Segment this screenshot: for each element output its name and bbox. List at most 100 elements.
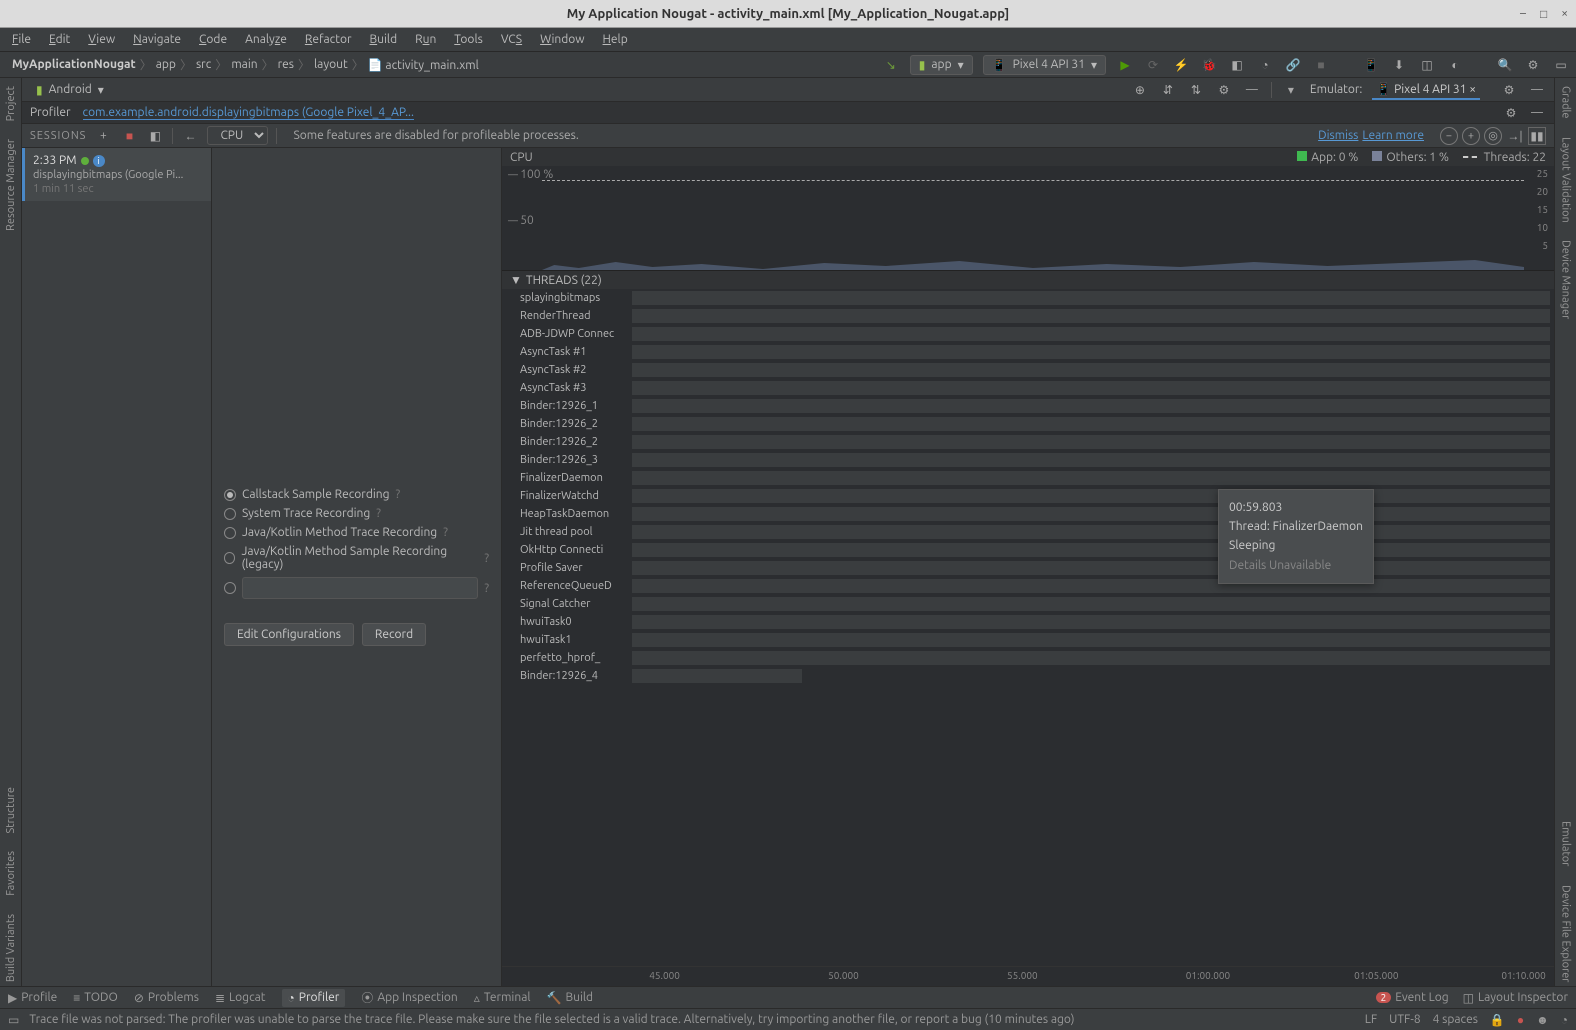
- help-icon[interactable]: ?: [484, 552, 489, 565]
- menu-analyze[interactable]: Analyze: [237, 30, 295, 49]
- settings-icon[interactable]: ⚙: [1524, 56, 1542, 74]
- close-icon[interactable]: ×: [1561, 7, 1568, 21]
- zoom-fit-icon[interactable]: ◎: [1484, 127, 1502, 145]
- resource-icon[interactable]: ◫: [1418, 56, 1436, 74]
- thread-row[interactable]: Binder:12926_2: [502, 433, 1554, 451]
- live-icon[interactable]: →|: [1506, 127, 1524, 145]
- menu-view[interactable]: View: [80, 30, 123, 49]
- thread-row[interactable]: splayingbitmaps: [502, 289, 1554, 307]
- breadcrumb-item[interactable]: src: [190, 56, 217, 73]
- profiler-type-dropdown[interactable]: CPU: [207, 126, 268, 145]
- add-session-icon[interactable]: +: [94, 127, 112, 145]
- thread-track[interactable]: [632, 561, 1550, 575]
- tab-profile[interactable]: ▶ Profile: [8, 991, 57, 1005]
- debug-icon[interactable]: 🐞: [1200, 56, 1218, 74]
- thread-track[interactable]: [632, 615, 1550, 629]
- zoom-out-icon[interactable]: −: [1440, 127, 1458, 145]
- tab-todo[interactable]: ≡ TODO: [73, 991, 118, 1005]
- thread-track[interactable]: [632, 381, 1550, 395]
- search-icon[interactable]: 🔍: [1496, 56, 1514, 74]
- recording-option[interactable]: Java/Kotlin Method Sample Recording (leg…: [224, 545, 489, 571]
- gear-icon[interactable]: ⚙: [1502, 104, 1520, 122]
- tab-problems[interactable]: ⊘ Problems: [134, 991, 199, 1005]
- thread-row[interactable]: Signal Catcher: [502, 595, 1554, 613]
- breadcrumb-item[interactable]: 📄 activity_main.xml: [362, 56, 485, 74]
- thread-track[interactable]: [632, 363, 1550, 377]
- help-icon[interactable]: ?: [376, 507, 381, 520]
- dismiss-link[interactable]: Dismiss: [1318, 129, 1358, 142]
- thread-row[interactable]: HeapTaskDaemon: [502, 505, 1554, 523]
- tool-structure[interactable]: Structure: [5, 783, 17, 838]
- threads-header[interactable]: ▼THREADS (22): [502, 271, 1554, 289]
- indent[interactable]: 4 spaces: [1433, 1013, 1478, 1026]
- breadcrumb-item[interactable]: layout: [308, 56, 354, 73]
- collapse-icon[interactable]: ◧: [146, 127, 164, 145]
- thread-track[interactable]: [632, 525, 1550, 539]
- menu-run[interactable]: Run: [407, 30, 444, 49]
- learn-more-link[interactable]: Learn more: [1362, 129, 1424, 142]
- zoom-in-icon[interactable]: +: [1462, 127, 1480, 145]
- thread-track[interactable]: [632, 579, 1550, 593]
- sync-icon[interactable]: ↘: [882, 56, 900, 74]
- pause-icon[interactable]: ▮▮: [1528, 127, 1546, 145]
- thread-track[interactable]: [632, 651, 1550, 665]
- project-view-dropdown[interactable]: ▮Android▾: [30, 83, 110, 97]
- face-icon[interactable]: ☻: [1536, 1013, 1549, 1027]
- tab-profiler[interactable]: ◔ Profiler: [282, 989, 346, 1007]
- recording-option[interactable]: System Trace Recording ?: [224, 507, 489, 520]
- thread-row[interactable]: Binder:12926_2: [502, 415, 1554, 433]
- edit-configurations-button[interactable]: Edit Configurations: [224, 623, 354, 646]
- stop-icon[interactable]: ■: [1312, 56, 1330, 74]
- menu-tools[interactable]: Tools: [446, 30, 491, 49]
- apply-code-icon[interactable]: ⚡: [1172, 56, 1190, 74]
- tool-layout-validation[interactable]: Layout Validation: [1560, 133, 1572, 227]
- thread-track[interactable]: [632, 507, 1550, 521]
- record-button[interactable]: Record: [362, 623, 426, 646]
- expand-icon[interactable]: ⇵: [1159, 81, 1177, 99]
- thread-row[interactable]: Binder:12926_3: [502, 451, 1554, 469]
- thread-track[interactable]: [632, 597, 1550, 611]
- thread-row[interactable]: ADB-JDWP Connec: [502, 325, 1554, 343]
- recording-option[interactable]: Callstack Sample Recording ?: [224, 488, 489, 501]
- error-icon[interactable]: ●: [1517, 1013, 1524, 1027]
- tab-logcat[interactable]: ≣ Logcat: [215, 991, 266, 1005]
- help-icon[interactable]: ?: [396, 488, 401, 501]
- back-icon[interactable]: ←: [181, 127, 199, 145]
- attach-debugger-icon[interactable]: 🔗: [1284, 56, 1302, 74]
- thread-row[interactable]: OkHttp Connecti: [502, 541, 1554, 559]
- gear-icon[interactable]: ⚙: [1215, 81, 1233, 99]
- thread-track[interactable]: [632, 471, 1550, 485]
- coverage-icon[interactable]: ◧: [1228, 56, 1246, 74]
- tab-app-inspection[interactable]: ⦿ App Inspection: [361, 989, 457, 1006]
- thread-track[interactable]: [632, 669, 802, 683]
- thread-row[interactable]: Binder:12926_4: [502, 667, 1554, 685]
- thread-row[interactable]: AsyncTask #1: [502, 343, 1554, 361]
- run-icon[interactable]: ▶: [1116, 56, 1134, 74]
- encoding[interactable]: UTF-8: [1389, 1013, 1420, 1026]
- thread-row[interactable]: hwuiTask1: [502, 631, 1554, 649]
- cpu-usage-chart[interactable]: — 100 % — 50 25 20 15 10 5: [502, 166, 1554, 271]
- recording-option[interactable]: Java/Kotlin Method Trace Recording ?: [224, 526, 489, 539]
- tool-build-variants[interactable]: Build Variants: [5, 910, 17, 986]
- tool-device-manager[interactable]: Device Manager: [1560, 236, 1572, 323]
- breadcrumb-item[interactable]: app: [150, 56, 182, 73]
- minimize-panel-icon[interactable]: —: [1528, 81, 1546, 99]
- thread-row[interactable]: AsyncTask #2: [502, 361, 1554, 379]
- gear-icon[interactable]: ⚙: [1500, 81, 1518, 99]
- thread-track[interactable]: [632, 399, 1550, 413]
- hide-panel-icon[interactable]: —: [1243, 81, 1261, 99]
- tab-build[interactable]: 🔨 Build: [547, 991, 594, 1005]
- thread-track[interactable]: [632, 633, 1550, 647]
- collapse-icon[interactable]: ⇅: [1187, 81, 1205, 99]
- thread-track[interactable]: [632, 291, 1550, 305]
- stop-session-icon[interactable]: ■: [120, 127, 138, 145]
- menu-code[interactable]: Code: [191, 30, 235, 49]
- tab-terminal[interactable]: ▵ Terminal: [474, 991, 531, 1005]
- apply-changes-icon[interactable]: ⟳: [1144, 56, 1162, 74]
- session-item[interactable]: 2:33 PM i displayingbitmaps (Google Pi..…: [22, 148, 211, 201]
- avd-icon[interactable]: 📱: [1362, 56, 1380, 74]
- help-icon[interactable]: ?: [484, 582, 489, 595]
- profile-icon[interactable]: ◔: [1256, 56, 1274, 74]
- menu-window[interactable]: Window: [532, 30, 592, 49]
- thread-track[interactable]: [632, 309, 1550, 323]
